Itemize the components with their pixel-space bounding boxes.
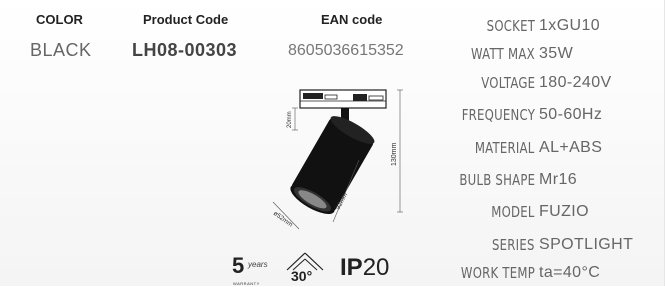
spec-row-series: SERIES SPOTLIGHT xyxy=(439,233,659,259)
spec-value: 35W xyxy=(539,45,574,62)
ip-prefix: IP xyxy=(340,254,363,281)
height-dimension-label: 130mm xyxy=(391,142,398,166)
warranty-badge: 5 years WARRANTY xyxy=(232,253,272,286)
product-code-value: LH08-00303 xyxy=(132,40,238,60)
spec-row-work-temp: WORK TEMP ta=40°C xyxy=(439,261,659,287)
beam-angle-badge: 30° xyxy=(283,250,327,286)
color-value: BLACK xyxy=(30,40,92,60)
spotlight-technical-drawing: 20mm 130mm 92mm ø52mm xyxy=(272,89,403,230)
spec-value: 180-240V xyxy=(539,74,612,91)
spec-value: FUZIO xyxy=(539,203,589,220)
warranty-number: 5 xyxy=(232,253,245,278)
spec-value: 1xGU10 xyxy=(539,17,601,34)
spec-label: MODEL xyxy=(491,203,535,221)
warranty-text: WARRANTY xyxy=(233,281,260,286)
warranty-unit: years xyxy=(248,260,268,269)
spec-row-model: MODEL FUZIO xyxy=(439,200,659,226)
spec-label: FREQUENCY xyxy=(461,106,535,124)
spec-row-socket: SOCKET 1xGU10 xyxy=(439,14,659,40)
spec-row-material: MATERIAL AL+ABS xyxy=(439,136,659,162)
spec-label: WORK TEMP xyxy=(460,264,535,282)
spec-row-frequency: FREQUENCY 50-60Hz xyxy=(439,103,659,129)
arm-dimension-label: 20mm xyxy=(287,111,293,128)
spec-value: AL+ABS xyxy=(539,139,603,156)
spot-body xyxy=(290,116,375,215)
ip-rating-badge: IP20 xyxy=(340,254,389,282)
diameter-dimension-label: ø52mm xyxy=(272,210,294,229)
spec-label: SOCKET xyxy=(486,17,535,35)
color-header: COLOR xyxy=(36,12,83,27)
spec-value: SPOTLIGHT xyxy=(539,236,634,253)
beam-angle-value: 30° xyxy=(291,268,313,284)
ip-value: 20 xyxy=(362,254,390,281)
spec-label: SERIES xyxy=(492,236,535,254)
spec-label: WATT MAX xyxy=(471,45,535,63)
spec-row-voltage: VOLTAGE 180-240V xyxy=(439,71,659,97)
spec-label: BULB SHAPE xyxy=(459,171,535,189)
ean-code-value: 8605036615352 xyxy=(288,42,404,59)
spec-label: VOLTAGE xyxy=(480,74,535,92)
spec-value: Mr16 xyxy=(539,171,578,188)
ean-code-header: EAN code xyxy=(321,12,383,27)
product-code-header: Product Code xyxy=(143,12,229,27)
spec-row-watt-max: WATT MAX 35W xyxy=(439,42,659,68)
spec-value: ta=40°C xyxy=(539,264,601,281)
spec-label: MATERIAL xyxy=(475,139,535,157)
spec-value: 50-60Hz xyxy=(539,106,603,123)
track-adapter xyxy=(299,89,387,109)
spec-row-bulb-shape: BULB SHAPE Mr16 xyxy=(439,168,659,194)
